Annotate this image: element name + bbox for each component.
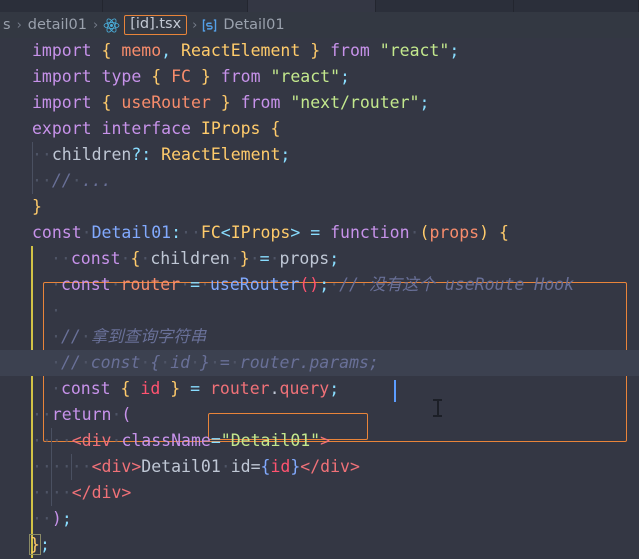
code-line[interactable]: ··children?: ReactElement; <box>0 142 639 168</box>
code-line[interactable]: const·Detail01:··FC<IProps> = function·(… <box>0 220 639 246</box>
code-editor[interactable]: import { memo, ReactElement } from "reac… <box>0 38 639 559</box>
chevron-right-icon: › <box>192 17 198 33</box>
breadcrumb-label: s <box>3 17 11 33</box>
code-line[interactable]: ·const { id } = router.query; <box>0 376 639 402</box>
code-line[interactable]: import type { FC } from "react"; <box>0 64 639 90</box>
code-line-current[interactable]: ·//·const·{·id·}·=·router.params; <box>0 350 639 376</box>
code-line[interactable]: export interface IProps { <box>0 116 639 142</box>
breadcrumb-item-folder-parent[interactable]: s <box>2 17 12 33</box>
chevron-right-icon: › <box>16 17 22 33</box>
code-line[interactable]: ····</div> <box>0 480 639 506</box>
code-line[interactable]: }; <box>0 532 639 558</box>
mouse-pointer-ibeam <box>433 399 442 417</box>
code-line-blank[interactable]: · <box>0 298 639 324</box>
code-line[interactable]: ·//·拿到查询字符串 <box>0 324 639 350</box>
breadcrumb-item-detail01[interactable]: detail01 <box>27 17 88 33</box>
editor-tab[interactable] <box>513 0 639 12</box>
code-lines: import { memo, ReactElement } from "reac… <box>0 38 639 558</box>
editor-tab[interactable] <box>0 0 104 12</box>
vscode-editor-window: s › detail01 › [id].tsx › Detail01 impor… <box>0 0 639 559</box>
comment-line-10: 没有这个 useRoute Hook <box>368 275 575 294</box>
code-line[interactable]: import { memo, ReactElement } from "reac… <box>0 38 639 64</box>
code-line[interactable]: ······<div>Detail01·id={id}</div> <box>0 454 639 480</box>
breadcrumb-item-file[interactable]: [id].tsx <box>103 15 188 35</box>
editor-tab[interactable] <box>103 0 249 12</box>
editor-tab-strip[interactable] <box>0 0 639 12</box>
breadcrumb-label-symbol: Detail01 <box>223 17 285 33</box>
breadcrumb-label: detail01 <box>27 17 87 33</box>
code-line[interactable]: import { useRouter } from "next/router"; <box>0 90 639 116</box>
breadcrumb-label-filename[interactable]: [id].tsx <box>124 15 188 35</box>
code-line[interactable]: ··); <box>0 506 639 532</box>
code-line[interactable]: ··//·... <box>0 168 639 194</box>
code-line[interactable]: ····<div·className="Detail01"> <box>0 428 639 454</box>
comment-line-12: 拿到查询字符串 <box>90 327 207 346</box>
symbol-variable-icon <box>202 18 217 33</box>
breadcrumb[interactable]: s › detail01 › [id].tsx › Detail01 <box>0 12 639 38</box>
editor-tab-active[interactable] <box>248 0 377 12</box>
code-line[interactable]: ·const·router·=·useRouter();·//·没有这个 use… <box>0 272 639 298</box>
breadcrumb-item-symbol[interactable]: Detail01 <box>202 17 285 33</box>
editor-tab[interactable] <box>376 0 514 12</box>
chevron-right-icon: › <box>92 17 99 33</box>
code-line[interactable]: ··return·( <box>0 402 639 428</box>
code-line[interactable]: } <box>0 194 639 220</box>
code-line[interactable]: ··const·{·children·}·=·props; <box>0 246 639 272</box>
react-icon <box>103 17 120 34</box>
text-caret <box>394 380 396 402</box>
